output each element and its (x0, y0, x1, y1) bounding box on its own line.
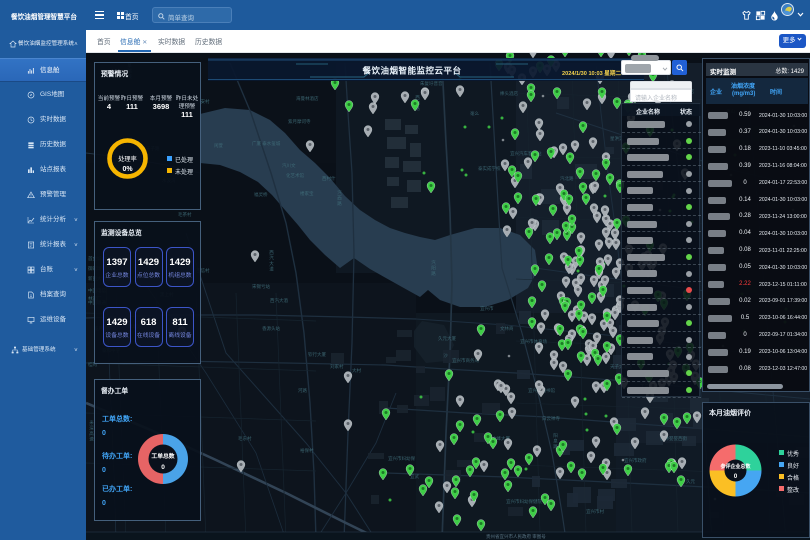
svg-text:汽西路: 汽西路 (337, 189, 343, 207)
svg-text:沙: 沙 (443, 353, 449, 359)
svg-text:宜兴市政府: 宜兴市政府 (624, 457, 647, 464)
svg-text:钦行大厦: 钦行大厦 (308, 351, 326, 358)
svg-text:汽阳路: 汽阳路 (431, 259, 437, 277)
svg-text:白云禅寺: 白云禅寺 (542, 415, 560, 422)
svg-text:裕保村: 裕保村 (300, 447, 314, 454)
svg-text:久元大厦: 久元大厦 (438, 335, 456, 342)
svg-text:西村什: 西村什 (322, 175, 336, 182)
svg-text:大村: 大村 (352, 367, 361, 374)
svg-text:文林商: 文林商 (500, 325, 514, 332)
svg-text:毛东村: 毛东村 (238, 435, 252, 441)
svg-text:汽北路: 汽北路 (560, 175, 574, 182)
svg-text:化艺术馆: 化艺术馆 (286, 172, 304, 179)
svg-text:香源头站: 香源头站 (262, 325, 280, 332)
svg-text:棒头酒店: 棒头酒店 (500, 90, 518, 97)
svg-text:楼家宝: 楼家宝 (300, 190, 314, 197)
svg-text:福灵桥: 福灵桥 (254, 191, 268, 198)
svg-text:宜兴市村: 宜兴市村 (586, 508, 604, 515)
svg-text:河路: 河路 (298, 387, 307, 394)
svg-text:毫么: 毫么 (470, 110, 479, 116)
svg-text:西汽大道: 西汽大道 (269, 250, 275, 273)
svg-text:宜兴市妇幼保健院: 宜兴市妇幼保健院 (506, 498, 542, 505)
svg-text:广厦 泰水玺城: 广厦 泰水玺城 (252, 140, 281, 147)
svg-text:泰实成学校: 泰实成学校 (478, 165, 501, 172)
svg-text:宜兴市: 宜兴市 (480, 305, 494, 312)
svg-text:久元: 久元 (686, 478, 695, 485)
svg-text:海曼林酒店: 海曼林酒店 (296, 95, 319, 102)
svg-text:贵州省宜兴市人民政府 审图号: 贵州省宜兴市人民政府 审图号 (486, 533, 546, 540)
svg-text:汽川文: 汽川文 (282, 162, 296, 169)
svg-text:餐饮油烟智能监控云平台: 餐饮油烟智能监控云平台 (361, 66, 461, 76)
svg-text:刘家村: 刘家村 (330, 363, 344, 369)
svg-text:毛茶村: 毛茶村 (178, 211, 192, 217)
svg-text:宜兴市妇幼保: 宜兴市妇幼保 (388, 455, 415, 462)
svg-text:紫月摩诃寺: 紫月摩诃寺 (288, 118, 311, 125)
svg-text:西汽大酒: 西汽大酒 (270, 297, 288, 304)
svg-text:宋锡亏站: 宋锡亏站 (252, 283, 270, 290)
svg-text:宜兴市体育场: 宜兴市体育场 (520, 338, 547, 345)
svg-text:闲萱: 闲萱 (214, 142, 223, 149)
svg-text:宜兴市商务局: 宜兴市商务局 (452, 357, 479, 364)
svg-text:朱复圩晋音: 朱复圩晋音 (420, 80, 443, 87)
